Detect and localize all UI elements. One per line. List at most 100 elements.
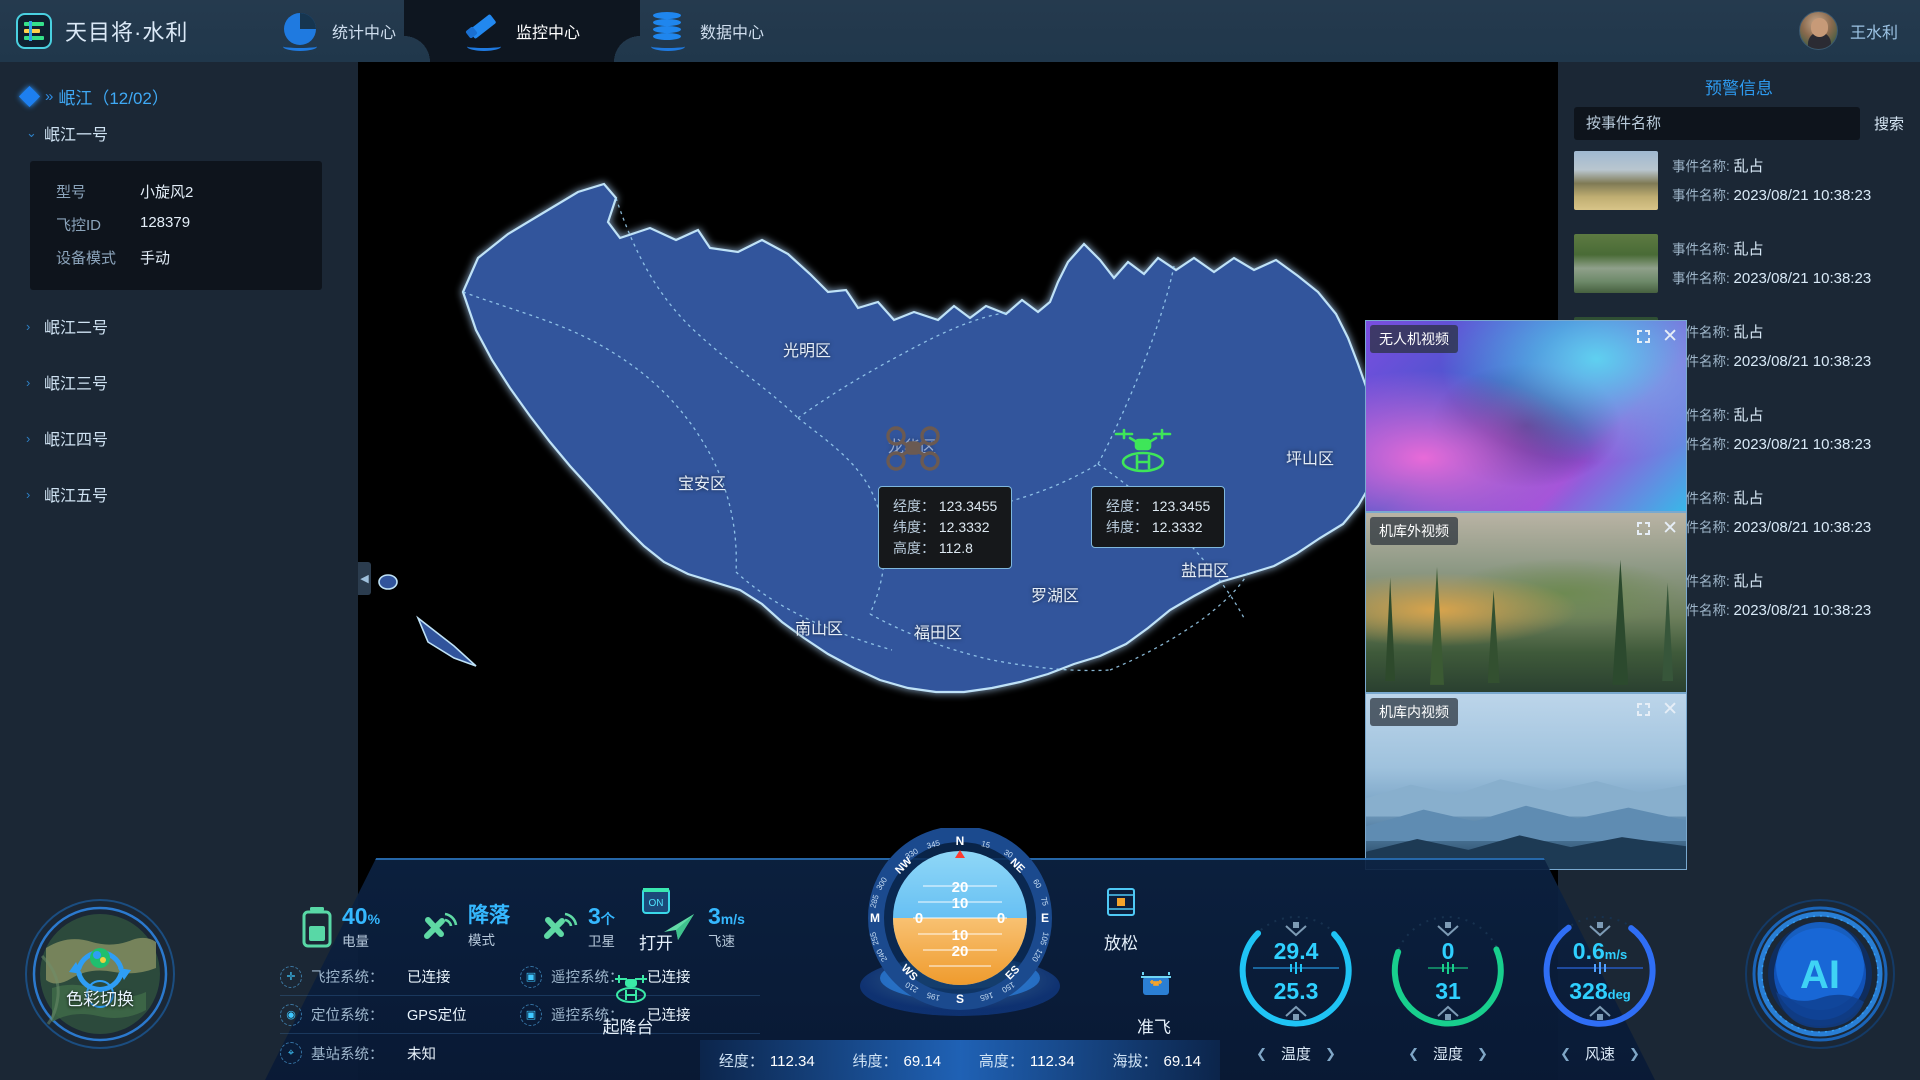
tooltip-value: 123.3455 (939, 498, 997, 514)
prev-arrow-icon[interactable]: ❮ (1560, 1046, 1571, 1062)
alert-time-value: 2023/08/21 10:38:23 (1734, 270, 1872, 287)
expand-icon[interactable] (1637, 330, 1650, 343)
alert-list-item[interactable]: 事件名称: 乱占事件名称: 2023/08/21 10:38:23 (1558, 223, 1920, 306)
alert-name-line: 事件名称: 乱占 (1672, 404, 1871, 425)
alerts-panel-title: 预警信息 (1558, 62, 1920, 107)
next-arrow-icon[interactable]: ❯ (1477, 1046, 1488, 1062)
alert-name-value: 乱占 (1734, 241, 1764, 258)
alert-list-item[interactable]: 事件名称: 乱占事件名称: 2023/08/21 10:38:23 (1558, 140, 1920, 223)
gauge-label: 湿度 (1433, 1043, 1463, 1064)
ai-button-icon: AI (1742, 896, 1898, 1052)
coord-altitude: 海拔：69.14 (1113, 1050, 1202, 1071)
sidebar-item-device-4[interactable]: › 岷江四号 (0, 414, 358, 462)
ai-button[interactable]: AI (1742, 896, 1898, 1052)
sidebar-item-label: 岷江二号 (44, 314, 108, 338)
sidebar-item-device-3[interactable]: › 岷江三号 (0, 358, 358, 406)
sidebar-item-device-5[interactable]: › 岷江五号 (0, 470, 358, 518)
button-landing-pad[interactable]: 起降台 (582, 969, 674, 1038)
alert-name-line: 事件名称: 乱占 (1672, 570, 1871, 591)
pitch-label-bot-20: 20 (952, 943, 969, 960)
alert-time-value: 2023/08/21 10:38:23 (1734, 187, 1872, 204)
nav-item-data[interactable]: 数据中心 (614, 0, 798, 62)
detail-row: 型号 小旋风2 (30, 175, 322, 208)
expand-icon[interactable] (1637, 522, 1650, 535)
detail-row: 设备模式 手动 (30, 241, 322, 274)
chevron-right-icon: › (26, 375, 44, 390)
status-key: 飞控系统： (311, 966, 407, 987)
alert-time-line: 事件名称: 2023/08/21 10:38:23 (1672, 433, 1871, 453)
gauge-value-bottom: 328deg (1535, 978, 1665, 1005)
app-logo-icon (16, 13, 52, 49)
video-panel-title: 无人机视频 (1370, 325, 1458, 353)
user-name: 王水利 (1850, 19, 1898, 43)
search-button[interactable]: 搜索 (1874, 113, 1904, 134)
mode-value: 降落 (468, 905, 510, 927)
sidebar-item-device-1[interactable]: ⌄ 岷江一号 (0, 109, 358, 157)
brand: 天目将·水利 (16, 13, 246, 49)
user-profile[interactable]: 王水利 (1799, 11, 1898, 50)
close-icon[interactable]: ✕ (1662, 700, 1678, 719)
button-label: 打开 (610, 929, 702, 954)
detail-key: 飞控ID (56, 214, 140, 235)
nav-item-monitoring[interactable]: 监控中心 (430, 0, 614, 62)
tree-root[interactable]: » 岷江（12/02） (0, 62, 358, 109)
alert-name-line: 事件名称: 乱占 (1672, 321, 1871, 342)
pitch-label-right-0: 0 (997, 910, 1005, 927)
video-panel-drone[interactable]: 无人机视频 ✕ (1365, 320, 1687, 512)
button-flight-approve[interactable]: 准飞 (1108, 969, 1200, 1038)
video-panel-hangar-inside[interactable]: 机库内视频 ✕ (1365, 693, 1687, 870)
map-district-label: 罗湖区 (1031, 582, 1079, 606)
alert-meta: 事件名称: 乱占事件名称: 2023/08/21 10:38:23 (1672, 483, 1871, 544)
ai-button-text: AI (1800, 953, 1840, 997)
nav-label-monitoring: 监控中心 (516, 19, 580, 43)
alerts-search-row: 搜索 (1558, 107, 1920, 140)
status-value: 已连接 (407, 966, 451, 987)
tooltip-value: 123.3455 (1152, 498, 1210, 514)
telemetry-row: 40% 电量 降落 模式 (300, 904, 780, 950)
button-release[interactable]: 放松 (1075, 885, 1167, 954)
nav-item-statistics[interactable]: 统计中心 (246, 0, 430, 62)
power-on-icon: ON (635, 885, 677, 923)
next-arrow-icon[interactable]: ❯ (1629, 1046, 1640, 1062)
alert-time-line: 事件名称: 2023/08/21 10:38:23 (1672, 599, 1871, 619)
top-navigation-bar: 天目将·水利 统计中心 监控中心 数据中心 (0, 0, 1920, 62)
alert-meta: 事件名称: 乱占事件名称: 2023/08/21 10:38:23 (1672, 566, 1871, 627)
status-positioning: ◉ 定位系统： GPS定位 (280, 1004, 520, 1026)
sidebar-collapse-handle[interactable]: ◀ (358, 562, 371, 595)
coord-value: 112.34 (1030, 1053, 1075, 1070)
svg-text:ON: ON (649, 898, 664, 909)
search-input[interactable] (1574, 107, 1860, 140)
video-panel-tools: ✕ (1637, 700, 1678, 719)
close-icon[interactable]: ✕ (1662, 519, 1678, 538)
gauge-value-bottom: 25.3 (1231, 978, 1361, 1005)
alert-time-value: 2023/08/21 10:38:23 (1734, 519, 1872, 536)
expand-icon[interactable] (1637, 703, 1650, 716)
coord-key: 经度： (719, 1053, 764, 1070)
video-panel-title: 机库内视频 (1370, 698, 1458, 726)
prev-arrow-icon[interactable]: ❮ (1256, 1046, 1267, 1062)
alert-name-value: 乱占 (1734, 490, 1764, 507)
chevron-down-icon: ⌄ (26, 125, 44, 141)
gauge-value-top: 0.6m/s (1535, 938, 1665, 965)
coord-longitude: 经度：112.34 (719, 1050, 815, 1071)
button-power-on[interactable]: ON 打开 (610, 885, 702, 954)
alert-meta: 事件名称: 乱占事件名称: 2023/08/21 10:38:23 (1672, 151, 1871, 212)
prev-arrow-icon[interactable]: ❮ (1408, 1046, 1419, 1062)
video-panel-hangar-outside[interactable]: 机库外视频 ✕ (1365, 512, 1687, 693)
attitude-compass[interactable]: 20 10 10 20 0 0 N S M E NW NE WS ES (855, 828, 1065, 1028)
close-icon[interactable]: ✕ (1662, 327, 1678, 346)
drone-marker-active[interactable] (1110, 422, 1170, 472)
color-switch-button[interactable]: 色彩切换 (22, 896, 178, 1052)
battery-unit: % (368, 911, 380, 927)
alert-time-line: 事件名称: 2023/08/21 10:38:23 (1672, 516, 1871, 536)
chevron-right-icon: › (26, 431, 44, 446)
speed-unit: m/s (721, 911, 745, 927)
sidebar-item-label: 岷江三号 (44, 370, 108, 394)
drone-marker-inactive[interactable] (883, 424, 943, 474)
map-district-label: 坪山区 (1286, 445, 1334, 469)
next-arrow-icon[interactable]: ❯ (1325, 1046, 1336, 1062)
alert-time-value: 2023/08/21 10:38:23 (1734, 602, 1872, 619)
alert-thumbnail (1574, 151, 1658, 210)
sidebar-item-device-2[interactable]: › 岷江二号 (0, 302, 358, 350)
tooltip-key: 高度： (893, 540, 935, 556)
